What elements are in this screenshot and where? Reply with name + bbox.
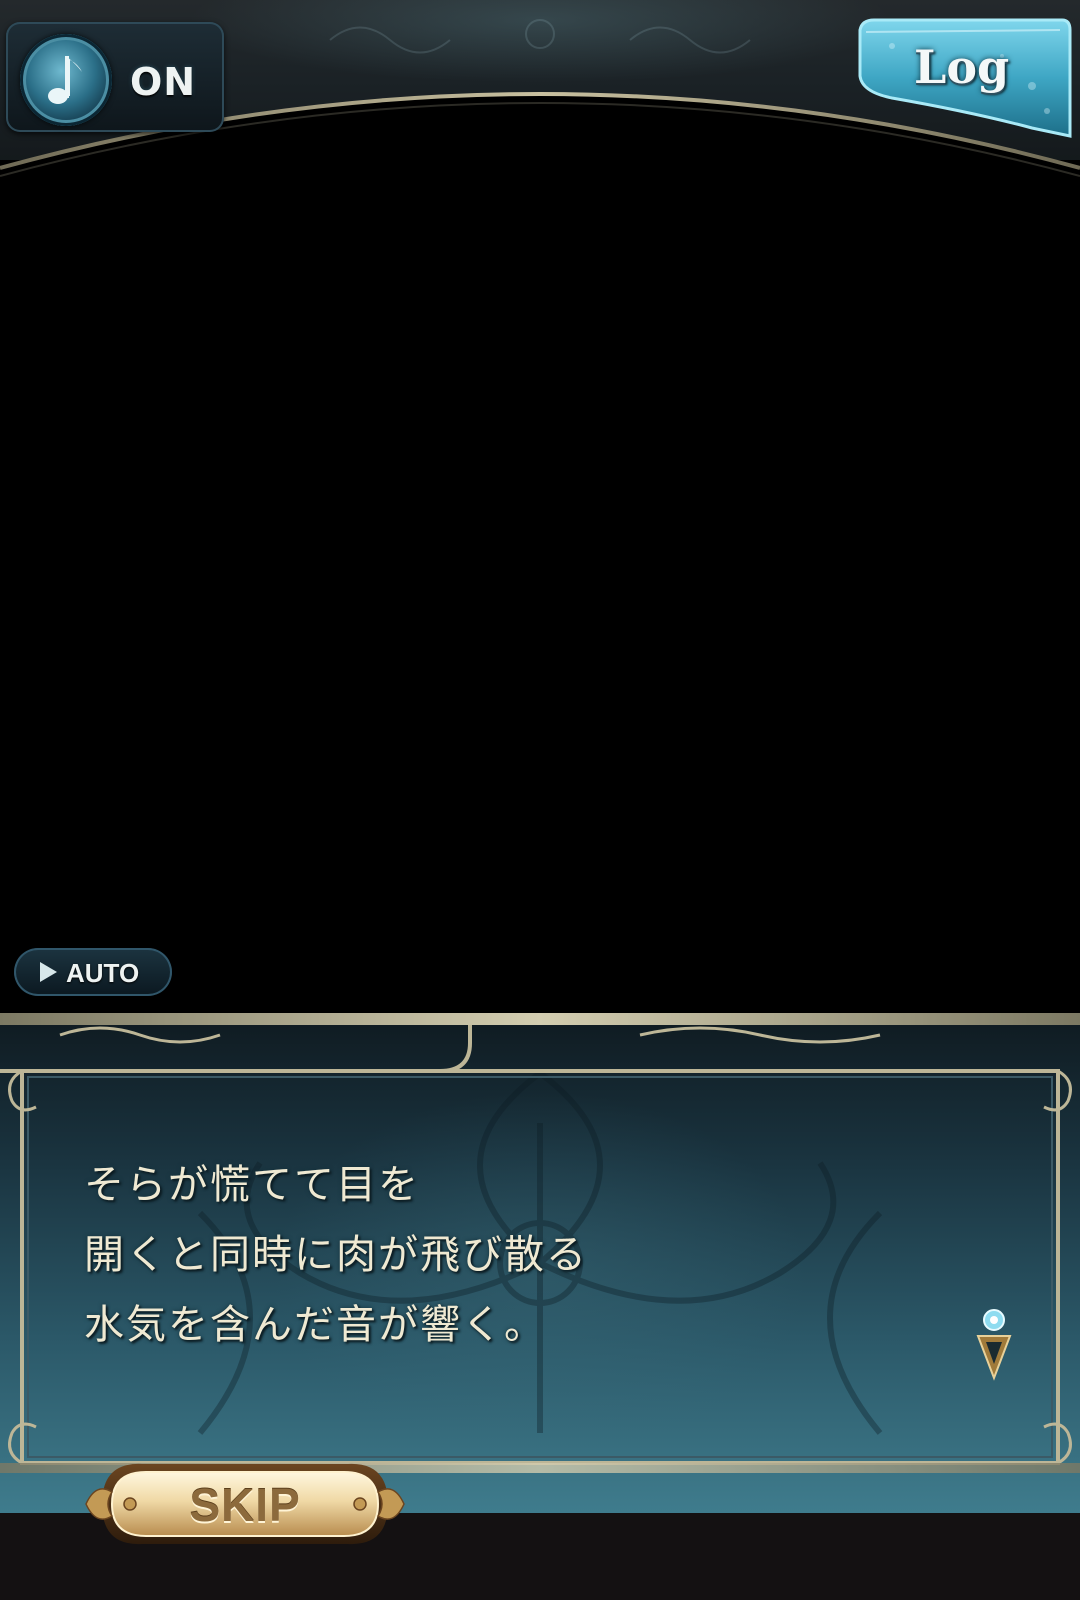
scene-viewport[interactable] [0, 160, 1080, 1015]
dialogue-line: 開くと同時に肉が飛び散る [84, 1232, 588, 1278]
music-note-icon [20, 34, 112, 126]
dialogue-line: 水気を含んだ音が響く。 [84, 1302, 546, 1348]
log-label: Log [914, 40, 1010, 94]
sound-toggle-button[interactable]: ON [6, 22, 224, 132]
auto-button[interactable]: AUTO [14, 948, 172, 996]
skip-button[interactable]: SKIP [82, 1452, 408, 1556]
sound-state-label: ON [130, 60, 197, 104]
dialogue-line: そらが慌てて目を [84, 1162, 420, 1208]
advance-arrow-icon [976, 1309, 1012, 1381]
play-icon [40, 962, 57, 982]
skip-label: SKIP [189, 1479, 301, 1531]
auto-label: AUTO [66, 958, 140, 988]
log-button[interactable]: Log [852, 16, 1074, 138]
story-scene-screen: ON Log AUTO そらが慌てて目を 開くと同時に肉が飛び散る 水気を含んだ… [0, 0, 1080, 1600]
dialogue-text: そらが慌てて目を 開くと同時に肉が飛び散る 水気を含んだ音が響く。 [84, 1150, 904, 1360]
